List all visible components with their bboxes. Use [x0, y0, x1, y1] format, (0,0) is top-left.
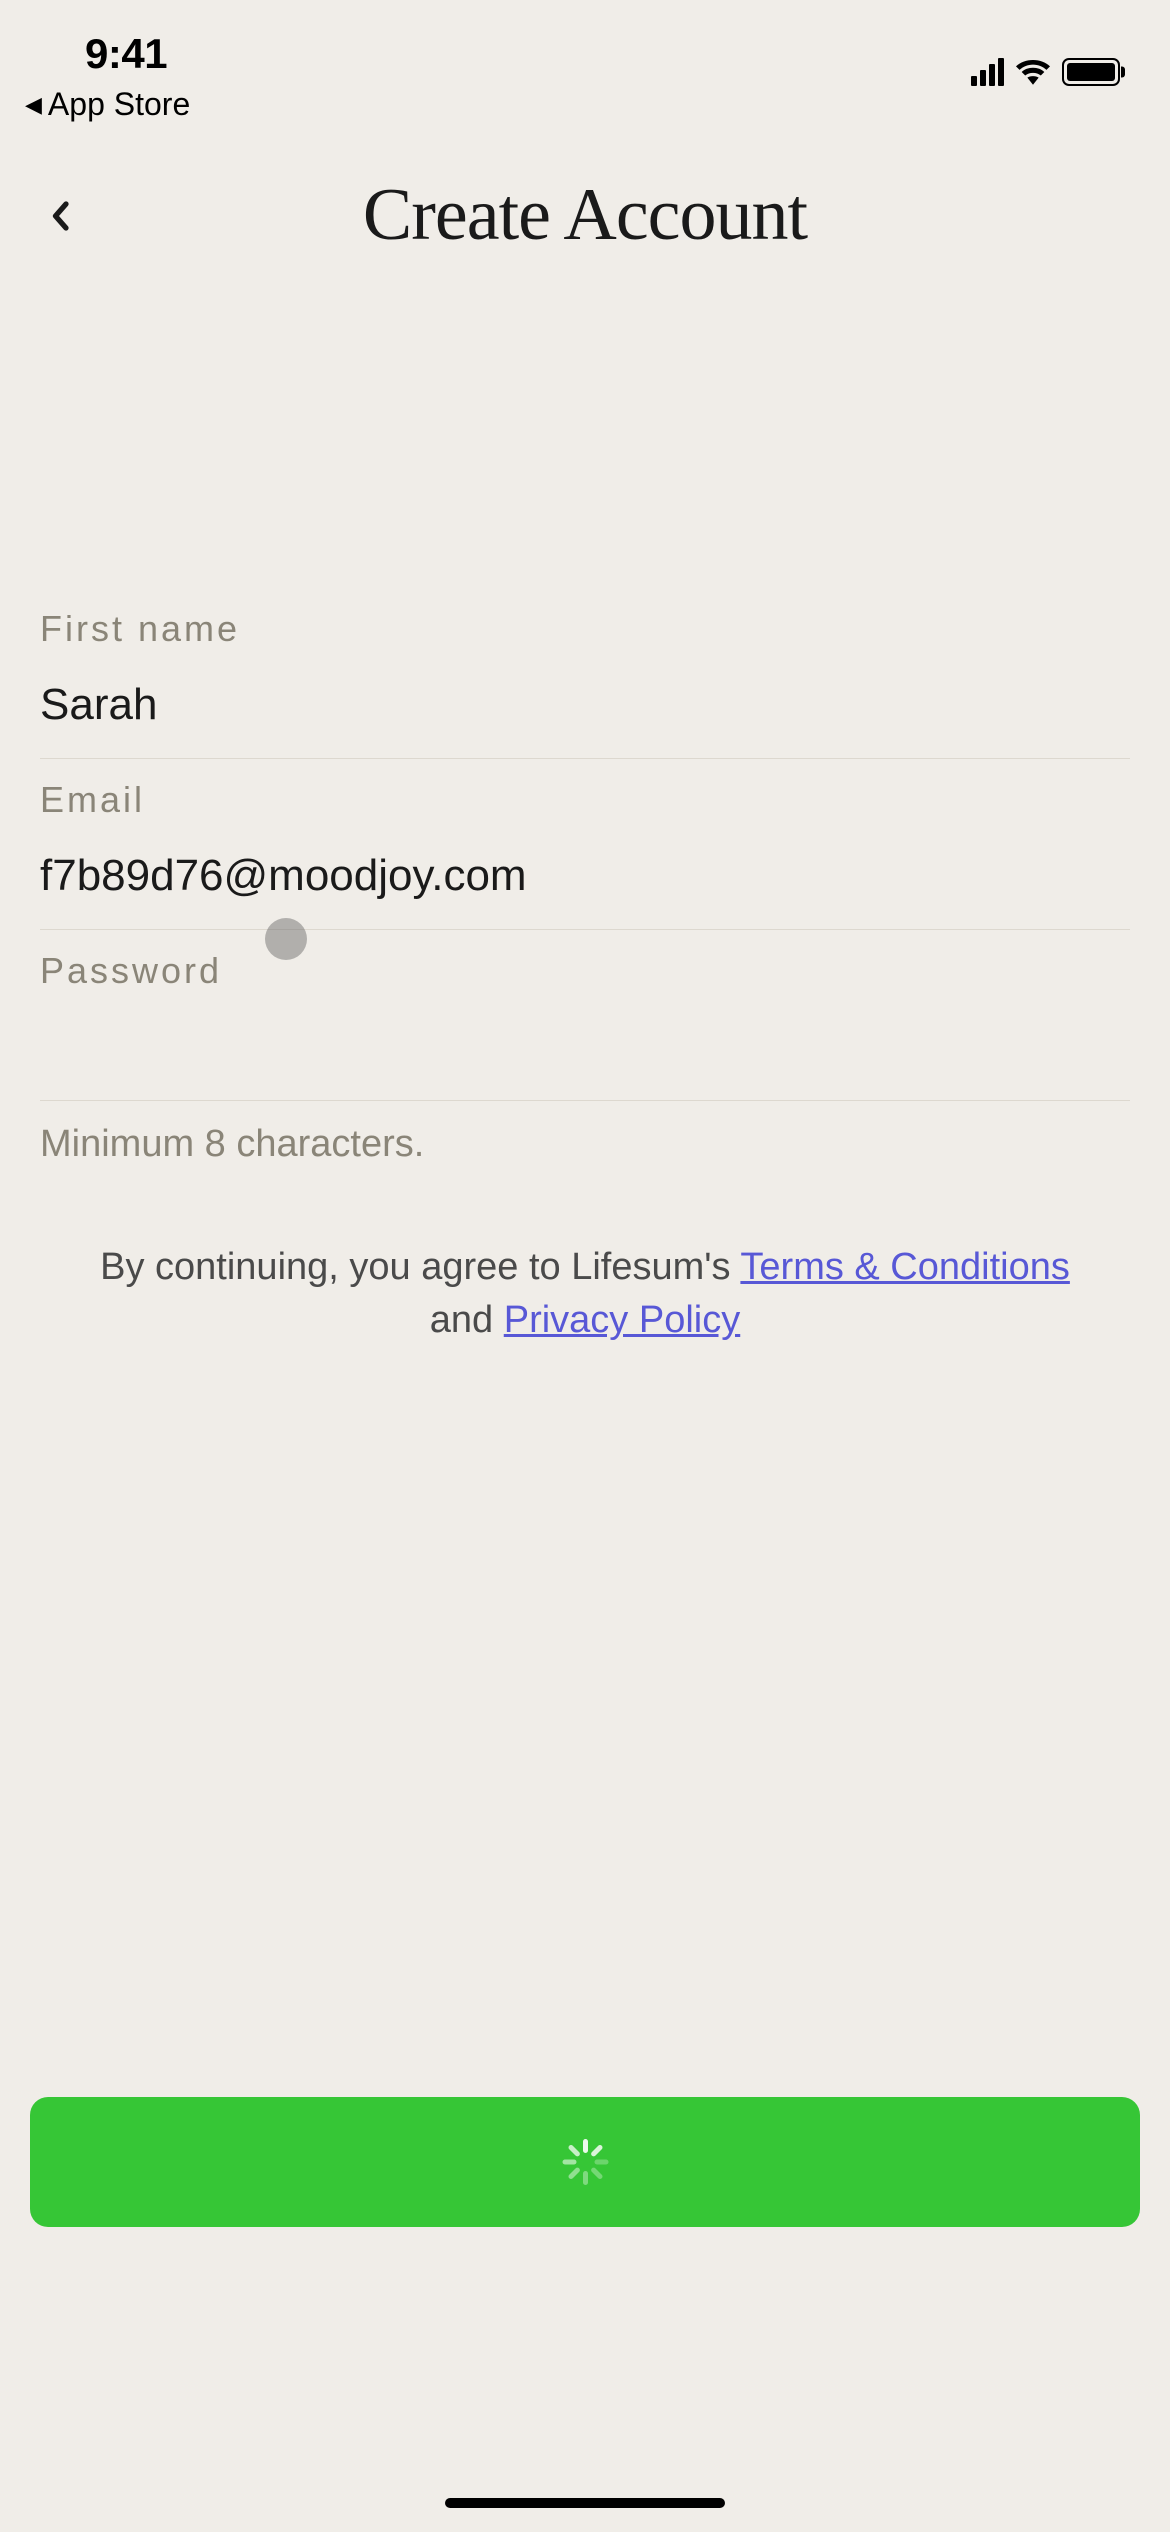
loading-spinner-icon	[562, 2139, 608, 2185]
first-name-field-group: First name	[40, 608, 1130, 759]
password-field-group: Password Minimum 8 characters.	[40, 950, 1130, 1166]
app-store-label: App Store	[48, 86, 190, 123]
legal-middle: and	[430, 1299, 504, 1341]
touch-indicator	[265, 918, 307, 960]
submit-button[interactable]	[30, 2097, 1140, 2227]
battery-icon	[1062, 58, 1120, 86]
legal-prefix: By continuing, you agree to Lifesum's	[100, 1246, 740, 1288]
wifi-icon	[1016, 59, 1050, 85]
chevron-left-icon	[51, 201, 69, 231]
email-field-group: Email	[40, 779, 1130, 930]
password-input[interactable]	[40, 992, 1130, 1101]
signup-form: First name Email Password Minimum 8 char…	[0, 608, 1170, 1347]
password-label: Password	[40, 950, 1130, 992]
status-time: 9:41	[85, 30, 190, 78]
password-helper-text: Minimum 8 characters.	[40, 1123, 1130, 1166]
page-title: Create Account	[40, 173, 1130, 258]
back-triangle-icon: ◀	[25, 92, 42, 118]
privacy-link[interactable]: Privacy Policy	[504, 1299, 741, 1341]
first-name-label: First name	[40, 608, 1130, 650]
terms-link[interactable]: Terms & Conditions	[740, 1246, 1069, 1288]
email-input[interactable]	[40, 821, 1130, 930]
email-label: Email	[40, 779, 1130, 821]
first-name-input[interactable]	[40, 650, 1130, 759]
home-indicator[interactable]	[445, 2498, 725, 2508]
page-header: Create Account	[0, 173, 1170, 258]
cellular-signal-icon	[971, 58, 1004, 86]
legal-disclaimer: By continuing, you agree to Lifesum's Te…	[40, 1241, 1130, 1347]
app-store-back-link[interactable]: ◀ App Store	[25, 86, 190, 123]
status-bar: 9:41 ◀ App Store	[0, 0, 1170, 123]
back-button[interactable]	[40, 196, 80, 236]
